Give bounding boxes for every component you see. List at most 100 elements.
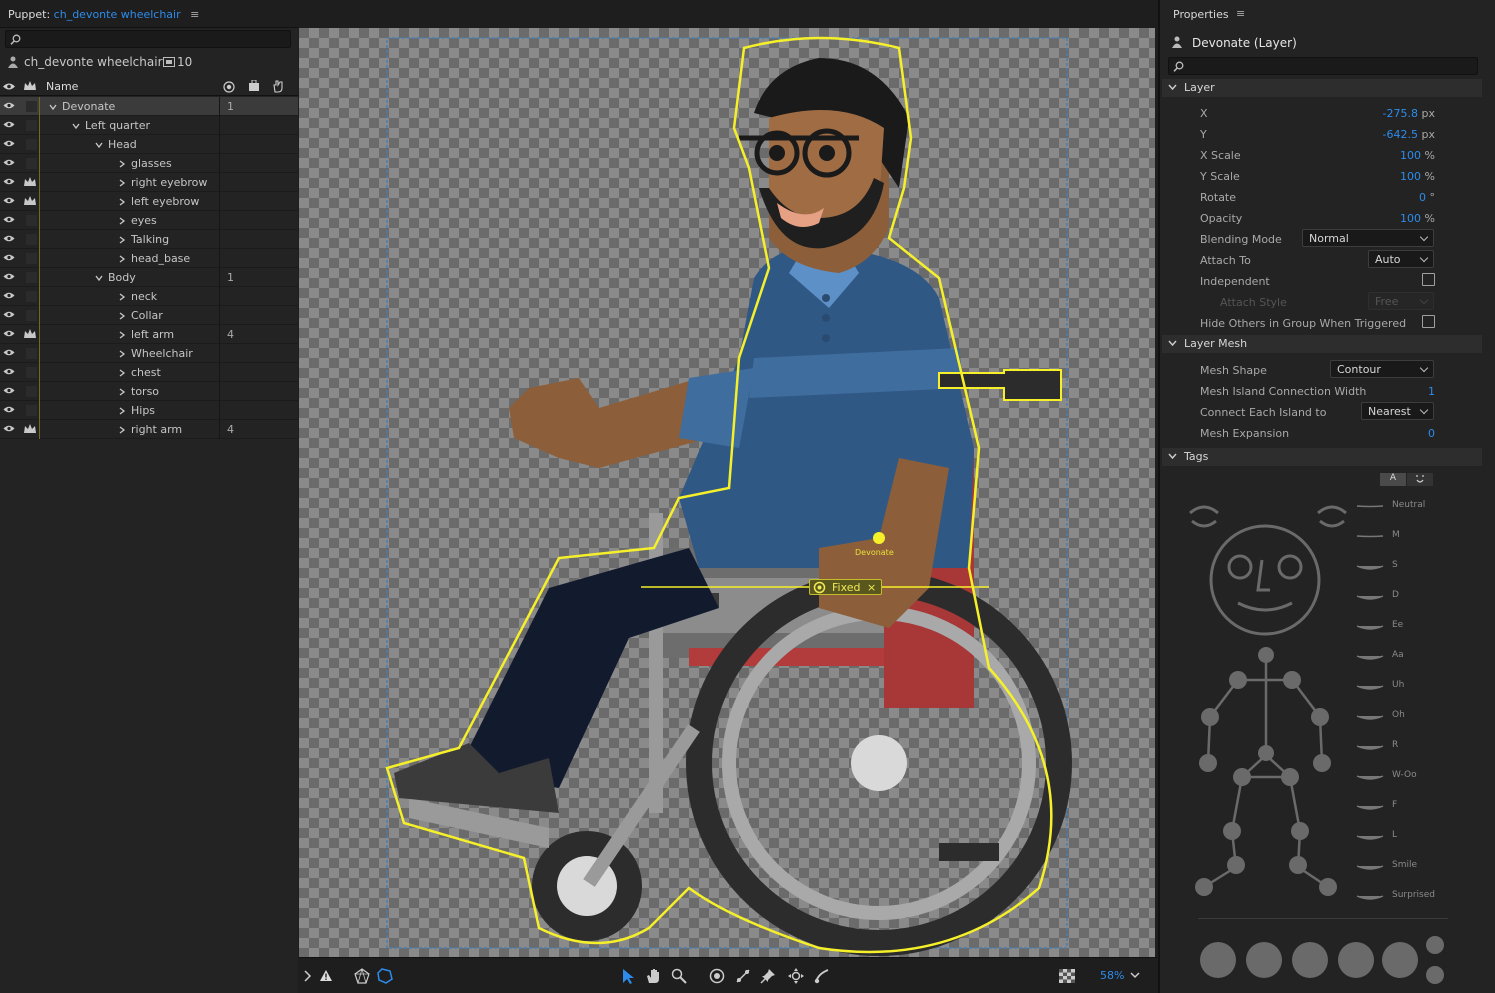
viseme-tag[interactable]: M	[1355, 530, 1465, 546]
warning-icon[interactable]	[319, 969, 335, 985]
crown-slot[interactable]	[26, 272, 37, 283]
viseme-tag[interactable]: L	[1355, 830, 1465, 846]
layer-row[interactable]: left eyebrow	[0, 192, 298, 211]
outline-icon[interactable]	[377, 968, 393, 984]
chevron-down-icon[interactable]	[95, 274, 103, 282]
layer-name[interactable]: Talking	[131, 233, 169, 246]
tag-mode-text-button[interactable]: A	[1380, 473, 1406, 486]
layer-row[interactable]: eyes	[0, 211, 298, 230]
xscale-number[interactable]: 100	[1400, 149, 1421, 162]
y-number[interactable]: -642.5	[1383, 128, 1418, 141]
chevron-right-icon[interactable]	[118, 388, 126, 396]
layer-row[interactable]: glasses	[0, 154, 298, 173]
viseme-tag[interactable]: W-Oo	[1355, 770, 1465, 786]
layer-row[interactable]: left arm 4	[0, 325, 298, 344]
mesh-expansion-value[interactable]: 0	[1355, 427, 1435, 440]
chevron-down-icon[interactable]	[95, 141, 103, 149]
crown-icon[interactable]	[23, 176, 37, 188]
eye-icon[interactable]	[3, 215, 15, 225]
layer-row[interactable]: head_base	[0, 249, 298, 268]
layer-row[interactable]: chest	[0, 363, 298, 382]
layer-row[interactable]: Devonate 1	[0, 97, 298, 116]
viseme-tag[interactable]: D	[1355, 590, 1465, 606]
chevron-down-icon[interactable]	[72, 122, 80, 130]
layer-row[interactable]: Talking	[0, 230, 298, 249]
tag-mode-face-button[interactable]	[1407, 473, 1433, 486]
zoom-tool-icon[interactable]	[671, 968, 687, 984]
layer-row[interactable]: torso	[0, 382, 298, 401]
eye-icon[interactable]	[3, 310, 15, 320]
layer-row[interactable]: neck	[0, 287, 298, 306]
eye-icon[interactable]	[3, 367, 15, 377]
layer-name[interactable]: right eyebrow	[131, 176, 207, 189]
chevron-right-icon[interactable]	[118, 293, 126, 301]
rotate-number[interactable]: 0	[1419, 191, 1426, 204]
layer-name[interactable]: glasses	[131, 157, 172, 170]
crown-slot[interactable]	[26, 234, 37, 245]
chevron-right-icon[interactable]	[118, 179, 126, 187]
eye-icon[interactable]	[3, 386, 15, 396]
chevron-right-icon[interactable]	[303, 970, 319, 986]
zoom-level[interactable]: 58%	[1100, 969, 1124, 982]
crown-slot[interactable]	[26, 310, 37, 321]
attach-to-dropdown[interactable]: Auto	[1368, 250, 1434, 268]
yscale-number[interactable]: 100	[1400, 170, 1421, 183]
transparency-grid-icon[interactable]	[1059, 969, 1075, 985]
viseme-tag[interactable]: F	[1355, 800, 1465, 816]
viseme-tag[interactable]: R	[1355, 740, 1465, 756]
crown-icon[interactable]	[23, 195, 37, 207]
layer-name[interactable]: Body	[108, 271, 136, 284]
viseme-tag[interactable]: Aa	[1355, 650, 1465, 666]
dragger-tool-icon[interactable]	[788, 968, 804, 984]
lock-column-icon[interactable]	[248, 80, 260, 92]
crown-slot[interactable]	[26, 101, 37, 112]
layer-row[interactable]: right arm 4	[0, 420, 298, 439]
rotate-value[interactable]: 0 °	[1355, 191, 1435, 204]
crown-slot[interactable]	[26, 253, 37, 264]
opacity-number[interactable]: 100	[1400, 212, 1421, 225]
face-tag-row[interactable]	[1200, 935, 1450, 990]
chevron-down-icon[interactable]	[49, 103, 57, 111]
eye-icon[interactable]	[3, 348, 15, 358]
chevron-right-icon[interactable]	[118, 160, 126, 168]
panel-menu-icon[interactable]: ≡	[190, 8, 199, 21]
remove-tag-icon[interactable]: ×	[867, 581, 876, 594]
layer-name[interactable]: Devonate	[62, 100, 115, 113]
puppet-link[interactable]: ch_devonte wheelchair	[54, 8, 181, 21]
layer-name[interactable]: head_base	[131, 252, 190, 265]
panel-menu-icon[interactable]: ≡	[1236, 7, 1245, 20]
connect-island-dropdown[interactable]: Nearest	[1361, 402, 1434, 420]
yscale-value[interactable]: 100 %	[1355, 170, 1435, 183]
eye-icon[interactable]	[3, 101, 15, 111]
independent-checkbox[interactable]	[1422, 273, 1435, 286]
viseme-tag[interactable]: Smile	[1355, 860, 1465, 876]
x-number[interactable]: -275.8	[1383, 107, 1418, 120]
layer-row[interactable]: Left quarter	[0, 116, 298, 135]
name-column-label[interactable]: Name	[46, 80, 78, 93]
visibility-column-icon[interactable]	[2, 82, 16, 91]
layer-row[interactable]: Wheelchair	[0, 344, 298, 363]
layer-mesh-section-header[interactable]: Layer Mesh	[1162, 335, 1482, 353]
opacity-value[interactable]: 100 %	[1355, 212, 1435, 225]
viseme-tag[interactable]: S	[1355, 560, 1465, 576]
select-tool-icon[interactable]	[621, 968, 637, 984]
layer-search-input[interactable]	[5, 30, 291, 48]
fixed-handle-tag[interactable]: Fixed ×	[809, 579, 883, 595]
record-column-icon[interactable]	[223, 81, 235, 93]
mesh-icon[interactable]	[354, 968, 370, 984]
chevron-right-icon[interactable]	[118, 369, 126, 377]
chevron-right-icon[interactable]	[118, 217, 126, 225]
viseme-tag[interactable]: Uh	[1355, 680, 1465, 696]
bend-tool-icon[interactable]	[814, 968, 830, 984]
hand-tool-icon[interactable]	[645, 968, 661, 984]
chevron-right-icon[interactable]	[118, 350, 126, 358]
eye-icon[interactable]	[3, 405, 15, 415]
crown-slot[interactable]	[26, 158, 37, 169]
crown-icon[interactable]	[23, 423, 37, 435]
eye-icon[interactable]	[3, 253, 15, 263]
crown-slot[interactable]	[26, 120, 37, 131]
properties-search-input[interactable]	[1168, 57, 1478, 75]
crown-slot[interactable]	[26, 139, 37, 150]
crown-column-icon[interactable]	[23, 80, 37, 92]
layer-name[interactable]: left eyebrow	[131, 195, 199, 208]
